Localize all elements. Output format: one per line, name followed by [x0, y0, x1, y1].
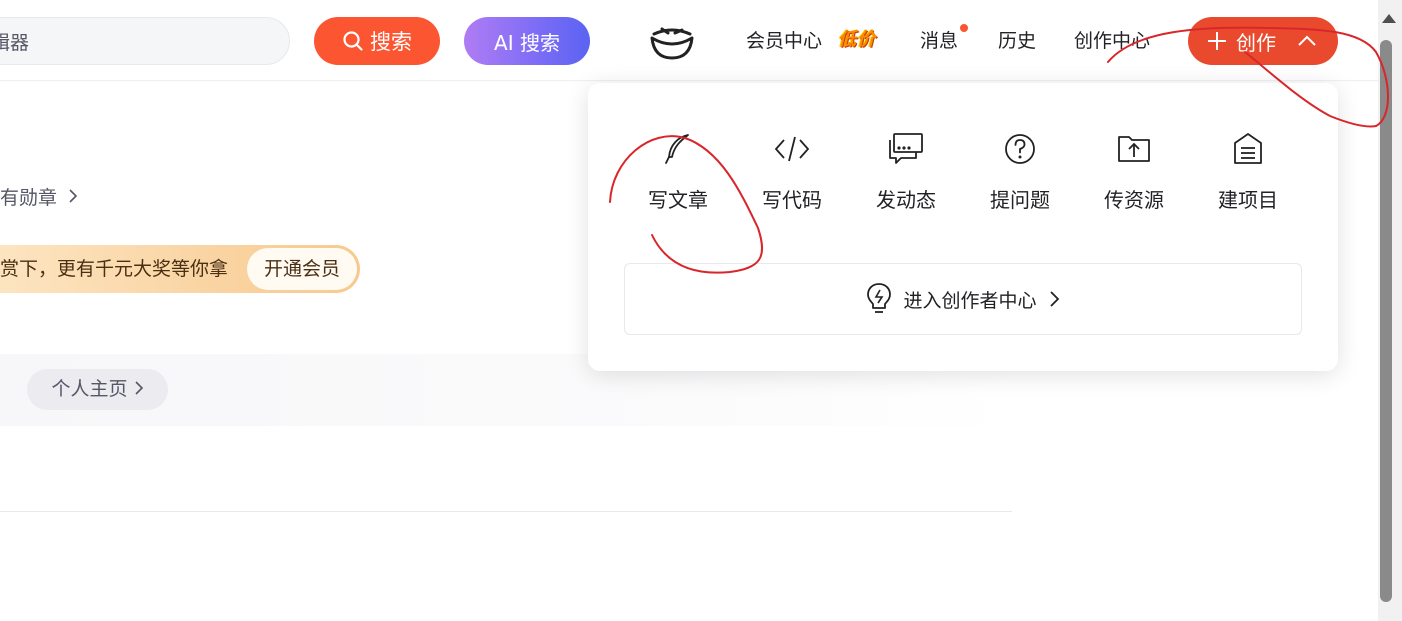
plus-icon	[1208, 32, 1226, 50]
lightbulb-icon	[867, 283, 892, 313]
app-root: 搜索 AI 搜索 会员中心 低价 消息 历史 创作中心 创作	[0, 0, 1402, 621]
create-item-label: 写文章	[648, 188, 708, 212]
personal-homepage-label: 个人主页	[51, 378, 128, 400]
unread-dot	[960, 24, 968, 32]
chevron-right-icon	[134, 381, 143, 395]
create-item-write-code[interactable]: 写代码	[742, 131, 842, 221]
question-circle-icon	[1005, 134, 1035, 164]
scrollbar-thumb[interactable]	[1380, 40, 1392, 602]
nav-creation-center[interactable]: 创作中心	[1074, 26, 1150, 56]
medal-link[interactable]: 有勋章	[0, 183, 79, 210]
smiling-face-logo-icon[interactable]	[648, 20, 696, 62]
search-box[interactable]	[0, 17, 290, 65]
create-item-write-article[interactable]: 写文章	[628, 131, 728, 221]
low-price-badge: 低价	[838, 29, 876, 50]
upload-folder-icon	[1118, 136, 1150, 162]
feather-pen-icon	[665, 134, 689, 164]
ai-search-label: AI 搜索	[494, 30, 560, 55]
chevron-right-icon	[69, 189, 78, 203]
open-vip-button[interactable]: 开通会员	[247, 248, 357, 290]
create-item-ask-question[interactable]: 提问题	[970, 131, 1070, 221]
vip-promo-banner: 赏下，更有千元大奖等你拿 开通会员	[0, 245, 360, 293]
create-button[interactable]: 创作	[1188, 17, 1338, 65]
chevron-up-icon	[1298, 35, 1316, 46]
vip-promo-text: 赏下，更有千元大奖等你拿	[0, 258, 229, 280]
create-item-label: 发动态	[876, 188, 936, 212]
search-input[interactable]	[0, 18, 289, 64]
ai-search-button[interactable]: AI 搜索	[464, 17, 590, 65]
search-icon	[343, 31, 363, 51]
create-item-label: 提问题	[990, 188, 1050, 212]
nav-history[interactable]: 历史	[998, 26, 1036, 56]
enter-creator-center-button[interactable]: 进入创作者中心	[624, 263, 1302, 335]
chevron-right-icon	[1049, 291, 1059, 307]
search-button-label: 搜索	[370, 30, 412, 54]
nav-messages[interactable]: 消息	[920, 26, 958, 56]
creator-center-label: 进入创作者中心	[903, 289, 1037, 312]
medal-link-label: 有勋章	[0, 187, 58, 209]
create-item-label: 写代码	[762, 188, 822, 212]
create-item-create-project[interactable]: 建项目	[1198, 131, 1298, 221]
personal-homepage-button[interactable]: 个人主页	[27, 369, 168, 410]
create-item-label: 建项目	[1218, 188, 1278, 212]
create-dropdown-menu: 写文章 写代码 发动态 提问题 传资源 建项目 进入创作者中心	[588, 83, 1338, 371]
code-brackets-icon	[774, 136, 810, 162]
chat-bubble-icon	[889, 133, 923, 164]
create-button-label: 创作	[1236, 30, 1276, 55]
house-document-icon	[1234, 133, 1262, 164]
nav-vip-center[interactable]: 会员中心	[746, 26, 822, 56]
create-item-upload-resource[interactable]: 传资源	[1084, 131, 1184, 221]
search-button[interactable]: 搜索	[314, 17, 440, 65]
scroll-up-arrow-icon[interactable]	[1382, 14, 1396, 23]
top-header: 搜索 AI 搜索 会员中心 低价 消息 历史 创作中心 创作	[0, 0, 1378, 81]
create-item-post-moment[interactable]: 发动态	[856, 131, 956, 221]
section-divider	[0, 511, 1012, 512]
create-item-label: 传资源	[1104, 188, 1164, 212]
